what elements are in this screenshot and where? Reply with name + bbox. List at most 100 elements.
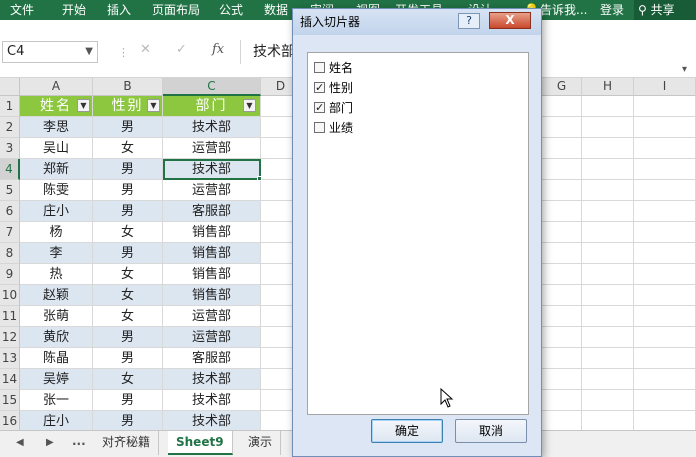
fill-handle[interactable] [257, 176, 262, 181]
more-sheets-button[interactable]: ... [72, 434, 86, 448]
empty-cell[interactable] [582, 117, 634, 138]
empty-cell[interactable] [582, 96, 634, 117]
empty-cell[interactable] [582, 285, 634, 306]
empty-cell[interactable] [634, 117, 696, 138]
row-header[interactable]: 9 [0, 264, 20, 285]
column-header-i[interactable]: I [634, 78, 696, 96]
field-option[interactable]: 部门 [314, 99, 353, 117]
row-header[interactable]: 1 [0, 96, 20, 117]
scroll-right-icon[interactable]: ▶ [46, 437, 54, 448]
row-header[interactable]: 10 [0, 285, 20, 306]
tell-me-box[interactable]: 告诉我... [540, 0, 587, 20]
empty-cell[interactable] [634, 264, 696, 285]
tab-home[interactable]: 开始 [62, 0, 86, 20]
row-header[interactable]: 6 [0, 201, 20, 222]
empty-cell[interactable] [582, 264, 634, 285]
row-header[interactable]: 4 [0, 159, 20, 180]
empty-cell[interactable] [634, 390, 696, 411]
sheet-tab-active[interactable]: Sheet9 [168, 431, 233, 455]
row-header[interactable]: 11 [0, 306, 20, 327]
filter-dropdown-icon[interactable]: ▼ [243, 99, 256, 112]
empty-cell[interactable] [542, 264, 582, 285]
empty-cell[interactable] [634, 159, 696, 180]
empty-cell[interactable] [582, 306, 634, 327]
header-cell-name[interactable]: 姓名 ▼ [20, 96, 93, 117]
name-cell[interactable]: 热 [20, 264, 93, 285]
empty-cell[interactable] [582, 138, 634, 159]
empty-cell[interactable] [542, 96, 582, 117]
select-all-corner[interactable] [0, 78, 20, 96]
dept-cell[interactable]: 运营部 [163, 306, 261, 327]
chevron-down-icon[interactable]: ▼ [85, 42, 93, 62]
name-cell[interactable]: 李 [20, 243, 93, 264]
empty-cell[interactable] [582, 180, 634, 201]
empty-cell[interactable] [634, 222, 696, 243]
gender-cell[interactable]: 女 [93, 264, 163, 285]
name-cell[interactable]: 张一 [20, 390, 93, 411]
dept-cell[interactable]: 销售部 [163, 264, 261, 285]
empty-cell[interactable] [542, 201, 582, 222]
row-header[interactable]: 5 [0, 180, 20, 201]
gender-cell[interactable]: 男 [93, 327, 163, 348]
tab-insert[interactable]: 插入 [107, 0, 131, 20]
column-header-c[interactable]: C [163, 78, 261, 96]
close-button[interactable]: X [489, 12, 531, 29]
empty-cell[interactable] [634, 138, 696, 159]
row-header[interactable]: 13 [0, 348, 20, 369]
empty-cell[interactable] [542, 222, 582, 243]
row-header[interactable]: 2 [0, 117, 20, 138]
name-cell[interactable]: 郑新 [20, 159, 93, 180]
gender-cell[interactable]: 女 [93, 369, 163, 390]
scroll-left-icon[interactable]: ◀ [16, 437, 24, 448]
name-cell[interactable]: 吴婷 [20, 369, 93, 390]
empty-cell[interactable] [542, 327, 582, 348]
name-cell[interactable]: 庄小 [20, 411, 93, 430]
empty-cell[interactable] [582, 327, 634, 348]
dept-cell[interactable]: 技术部 [163, 369, 261, 390]
column-header-b[interactable]: B [93, 78, 163, 96]
column-header-g[interactable]: G [542, 78, 582, 96]
row-header[interactable]: 15 [0, 390, 20, 411]
empty-cell[interactable] [634, 369, 696, 390]
empty-cell[interactable] [634, 243, 696, 264]
ok-button[interactable]: 确定 [371, 419, 443, 443]
dept-cell[interactable]: 技术部 [163, 159, 261, 180]
empty-cell[interactable] [582, 369, 634, 390]
empty-cell[interactable] [542, 306, 582, 327]
empty-cell[interactable] [634, 327, 696, 348]
checkbox-checked-icon[interactable] [314, 79, 325, 97]
gender-cell[interactable]: 女 [93, 285, 163, 306]
help-button[interactable]: ? [458, 13, 480, 29]
horizontal-scrollbar[interactable] [542, 433, 696, 451]
tab-data[interactable]: 数据 [264, 0, 288, 20]
gender-cell[interactable]: 男 [93, 159, 163, 180]
gender-cell[interactable]: 男 [93, 201, 163, 222]
gender-cell[interactable]: 男 [93, 243, 163, 264]
dept-cell[interactable]: 技术部 [163, 117, 261, 138]
name-cell[interactable]: 张萌 [20, 306, 93, 327]
empty-cell[interactable] [542, 411, 582, 430]
row-header[interactable]: 3 [0, 138, 20, 159]
empty-cell[interactable] [634, 201, 696, 222]
empty-cell[interactable] [542, 138, 582, 159]
name-cell[interactable]: 庄小 [20, 201, 93, 222]
dept-cell[interactable]: 销售部 [163, 285, 261, 306]
chevron-down-icon[interactable]: ▾ [682, 64, 687, 75]
dept-cell[interactable]: 技术部 [163, 411, 261, 430]
sheet-tab[interactable]: 对齐秘籍 [94, 431, 160, 455]
dept-cell[interactable]: 运营部 [163, 138, 261, 159]
empty-cell[interactable] [634, 180, 696, 201]
name-cell[interactable]: 杨 [20, 222, 93, 243]
empty-cell[interactable] [582, 201, 634, 222]
name-cell[interactable]: 陈雯 [20, 180, 93, 201]
gender-cell[interactable]: 女 [93, 138, 163, 159]
name-cell[interactable]: 黄欣 [20, 327, 93, 348]
empty-cell[interactable] [542, 117, 582, 138]
checkbox-checked-icon[interactable] [314, 99, 325, 117]
name-cell[interactable]: 李思 [20, 117, 93, 138]
sheet-tab[interactable]: 演示 [240, 431, 282, 455]
gender-cell[interactable]: 女 [93, 222, 163, 243]
share-button[interactable]: ⚲ 共享 [634, 0, 696, 20]
check-icon[interactable]: ✓ [176, 42, 187, 57]
empty-cell[interactable] [582, 348, 634, 369]
